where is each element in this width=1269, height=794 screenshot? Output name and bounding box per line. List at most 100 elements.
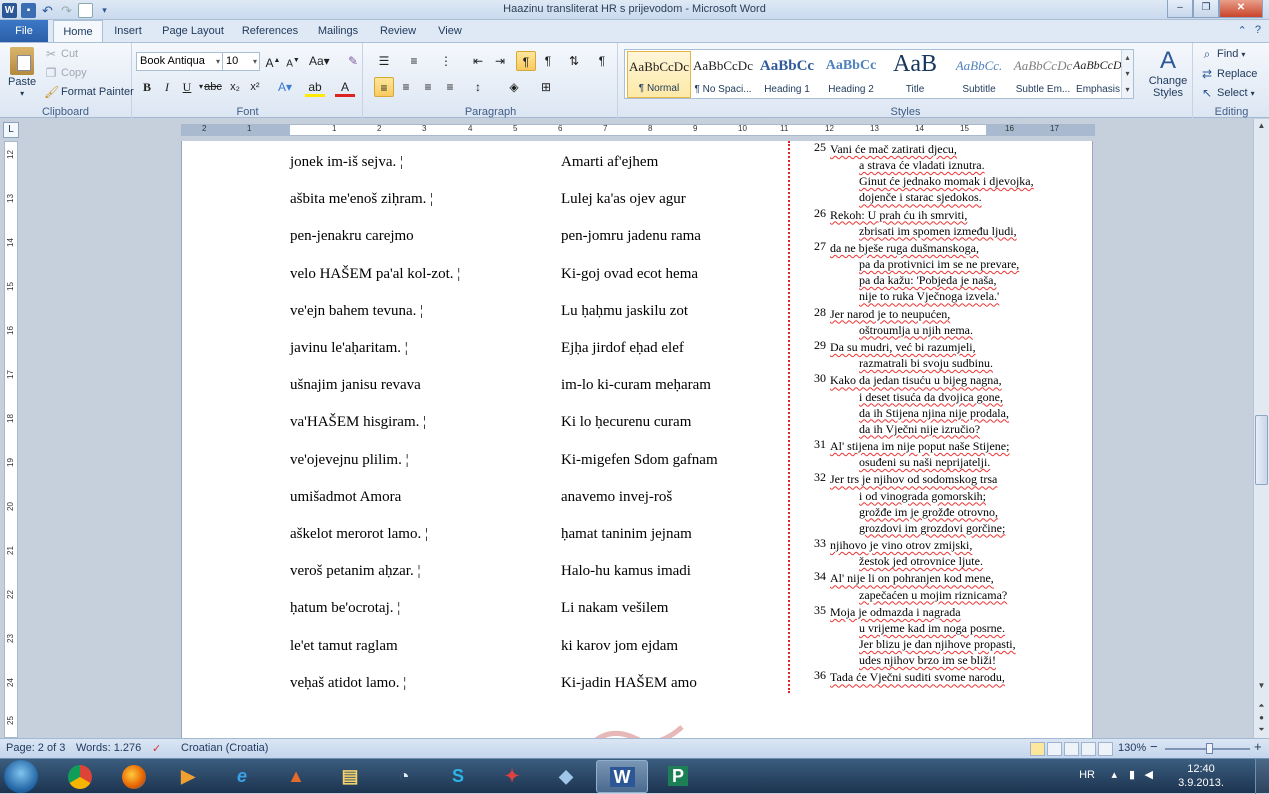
clear-formatting-icon[interactable]: ✎ [343, 51, 363, 71]
publisher-taskbar-icon[interactable]: P [652, 760, 704, 793]
print-layout-icon[interactable] [1030, 742, 1045, 756]
italic-icon[interactable]: I [157, 77, 177, 97]
style-title[interactable]: AaB Title [883, 51, 947, 98]
clock-date[interactable]: 3.9.2013. [1171, 777, 1231, 789]
page-indicator[interactable]: Page: 2 of 3 [6, 742, 65, 754]
show-hidden-icons[interactable]: ▴ [1111, 768, 1117, 781]
language-indicator[interactable]: Croatian (Croatia) [181, 742, 268, 754]
show-desktop-button[interactable] [1255, 759, 1269, 794]
zoom-level[interactable]: 130% [1118, 742, 1146, 754]
network-icon[interactable]: ▮ [1129, 768, 1135, 781]
scroll-thumb[interactable] [1255, 415, 1268, 485]
app-icon-colors[interactable]: ✦ [486, 760, 538, 793]
highlight-icon[interactable]: ab [305, 77, 325, 97]
close-button[interactable]: ✕ [1219, 0, 1263, 18]
chrome-icon[interactable] [54, 760, 106, 793]
font-size-select[interactable]: 10 ▾ [222, 52, 260, 71]
copy-button[interactable]: ❐ Copy [44, 66, 87, 80]
style-heading-2[interactable]: AaBbCc Heading 2 [819, 51, 883, 98]
document-page[interactable]: jonek im-iš sejva. ¦ Amarti af'ejhem ašbit… [181, 141, 1093, 738]
web-layout-icon[interactable] [1064, 742, 1079, 756]
tab-mailings[interactable]: Mailings [312, 20, 364, 42]
decrease-indent-icon[interactable]: ⇤ [468, 51, 488, 71]
word-count[interactable]: Words: 1.276 [76, 742, 141, 754]
style-normal[interactable]: AaBbCcDc ¶ Normal [627, 51, 691, 98]
internet-explorer-icon[interactable]: e [216, 760, 268, 793]
numbering-icon[interactable]: ≡ [404, 51, 424, 71]
styles-gallery-scroll[interactable]: ▴ ▾ ▾ [1121, 50, 1133, 98]
style-subtle-emphasis[interactable]: AaBbCcDc Subtle Em... [1011, 51, 1075, 98]
explorer-icon[interactable]: ▤ [324, 760, 376, 793]
tab-home[interactable]: Home [53, 20, 103, 42]
tab-references[interactable]: References [240, 20, 300, 42]
find-button[interactable]: ⌕ Find ▾ [1200, 47, 1246, 61]
help-icon[interactable]: ? [1255, 24, 1261, 37]
format-painter-button[interactable]: 🖌 Format Painter [44, 85, 134, 99]
justify-icon[interactable]: ≡ [440, 77, 460, 97]
skype-icon[interactable]: S [432, 760, 484, 793]
vertical-scrollbar[interactable]: ▲ ▼ ⏶ ● ⏷ [1253, 119, 1269, 738]
grow-font-icon[interactable]: A▲ [263, 51, 283, 71]
app-icon-gauge[interactable]: ◔ [378, 760, 430, 793]
style-heading-1[interactable]: AaBbCc Heading 1 [755, 51, 819, 98]
zoom-slider-thumb[interactable] [1206, 743, 1213, 754]
shading-icon[interactable]: ◈ [504, 77, 524, 97]
tab-page-layout[interactable]: Page Layout [160, 20, 226, 42]
borders-icon[interactable]: ⊞ [536, 77, 556, 97]
align-center-icon[interactable]: ≡ [396, 77, 416, 97]
superscript-icon[interactable]: x² [245, 77, 265, 97]
zoom-in-button[interactable]: + [1254, 739, 1262, 754]
scroll-up-icon[interactable]: ▲ [1255, 119, 1268, 133]
minimize-button[interactable]: – [1167, 0, 1193, 18]
replace-button[interactable]: ⇄ Replace [1200, 67, 1257, 81]
increase-indent-icon[interactable]: ⇥ [490, 51, 510, 71]
language-bar[interactable]: HR [1079, 769, 1095, 781]
app-icon-blue[interactable]: ◆ [540, 760, 592, 793]
scroll-down-icon[interactable]: ▼ [1255, 679, 1268, 693]
bold-icon[interactable]: B [137, 77, 157, 97]
tab-insert[interactable]: Insert [110, 20, 146, 42]
align-left-icon[interactable]: ≡ [374, 77, 394, 97]
line-spacing-icon[interactable]: ↕ [468, 77, 488, 97]
style-subtitle[interactable]: AaBbCc. Subtitle [947, 51, 1011, 98]
text-effects-icon[interactable]: A▾ [275, 77, 295, 97]
tab-view[interactable]: View [432, 20, 468, 42]
minimize-ribbon-icon[interactable]: ⌃ [1238, 24, 1247, 37]
rtl-direction-icon[interactable]: ¶ [538, 51, 558, 71]
full-screen-reading-icon[interactable] [1047, 742, 1062, 756]
next-page-icon[interactable]: ⏷ [1255, 723, 1268, 737]
strikethrough-icon[interactable]: abc [203, 77, 223, 97]
volume-icon[interactable]: ◀ [1145, 768, 1153, 781]
shrink-font-icon[interactable]: A▼ [283, 51, 303, 71]
clock-time[interactable]: 12:40 [1171, 763, 1231, 775]
multilevel-list-icon[interactable]: ⋮ [436, 51, 456, 71]
change-case-icon[interactable]: Aa▾ [309, 51, 330, 71]
select-button[interactable]: ↖ Select ▾ [1200, 86, 1255, 100]
word-taskbar-icon[interactable]: W [596, 760, 648, 793]
vertical-ruler[interactable]: 12 13 14 15 16 17 18 19 20 21 22 23 24 2… [4, 141, 18, 738]
style-emphasis[interactable]: AaBbCcDc Emphasis [1073, 51, 1123, 98]
subscript-icon[interactable]: x₂ [225, 77, 245, 97]
tab-selector-icon[interactable]: L [3, 122, 19, 138]
outline-icon[interactable] [1081, 742, 1096, 756]
tab-review[interactable]: Review [376, 20, 420, 42]
font-color-icon[interactable]: A [335, 77, 355, 97]
media-player-icon[interactable]: ▶ [162, 760, 214, 793]
style-no-spacing[interactable]: AaBbCcDc ¶ No Spaci... [691, 51, 755, 98]
start-button[interactable] [4, 760, 38, 793]
sort-icon[interactable]: ⇅ [564, 51, 584, 71]
app-icon-orange[interactable]: ▲ [270, 760, 322, 793]
proofing-icon[interactable]: ✓ [152, 742, 161, 755]
paste-button[interactable]: Paste ▾ [8, 47, 36, 98]
cut-button[interactable]: ✂ Cut [44, 47, 78, 61]
tab-file[interactable]: File [0, 20, 48, 42]
firefox-icon[interactable] [108, 760, 160, 793]
align-right-icon[interactable]: ≡ [418, 77, 438, 97]
bullets-icon[interactable]: ☰ [374, 51, 394, 71]
horizontal-ruler[interactable]: 2 1 1 2 3 4 5 6 7 8 9 10 11 12 13 14 15 … [181, 124, 1095, 136]
ltr-direction-icon[interactable]: ¶ [516, 51, 536, 71]
zoom-out-button[interactable]: − [1150, 739, 1158, 754]
change-styles-button[interactable]: A Change Styles [1148, 47, 1188, 99]
draft-icon[interactable] [1098, 742, 1113, 756]
font-name-select[interactable]: Book Antiqua ▾ [136, 52, 223, 71]
